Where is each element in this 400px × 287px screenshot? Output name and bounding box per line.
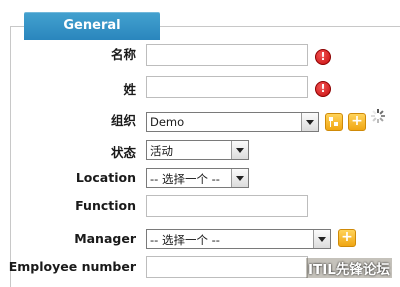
organization-select-value: Demo <box>150 115 185 129</box>
employee-number-label: Employee number <box>8 259 136 274</box>
tree-browse-icon[interactable] <box>325 113 343 131</box>
chevron-down-icon[interactable] <box>231 141 248 159</box>
status-select-value: 活动 <box>150 144 173 158</box>
general-information-tab[interactable]: General information <box>24 12 160 61</box>
surname-input[interactable] <box>146 76 308 98</box>
manager-select[interactable]: -- 选择一个 -- <box>146 229 331 249</box>
location-label: Location <box>75 170 136 185</box>
status-label: 状态 <box>110 145 136 160</box>
manager-label: Manager <box>74 231 136 246</box>
chevron-down-icon[interactable] <box>231 169 248 187</box>
chevron-down-icon[interactable] <box>313 230 330 248</box>
employee-number-input[interactable] <box>146 256 308 278</box>
watermark: ITIL先锋论坛 <box>306 258 392 278</box>
status-select[interactable]: 活动 <box>146 140 249 160</box>
add-manager-button[interactable] <box>338 229 356 247</box>
chevron-down-icon[interactable] <box>301 113 318 131</box>
name-label: 名称 <box>110 47 136 62</box>
required-warning-icon <box>315 81 331 97</box>
function-label: Function <box>75 198 136 213</box>
function-input[interactable] <box>146 195 308 217</box>
surname-label: 姓 <box>123 82 136 97</box>
spinner-icon <box>371 109 385 123</box>
organization-label: 组织 <box>110 113 136 128</box>
location-select[interactable]: -- 选择一个 -- <box>146 168 249 188</box>
name-input[interactable] <box>146 44 308 66</box>
required-warning-icon <box>315 49 331 65</box>
add-organization-button[interactable] <box>348 113 366 131</box>
location-select-value: -- 选择一个 -- <box>150 172 220 186</box>
manager-select-value: -- 选择一个 -- <box>150 233 220 247</box>
organization-select[interactable]: Demo <box>146 112 319 132</box>
